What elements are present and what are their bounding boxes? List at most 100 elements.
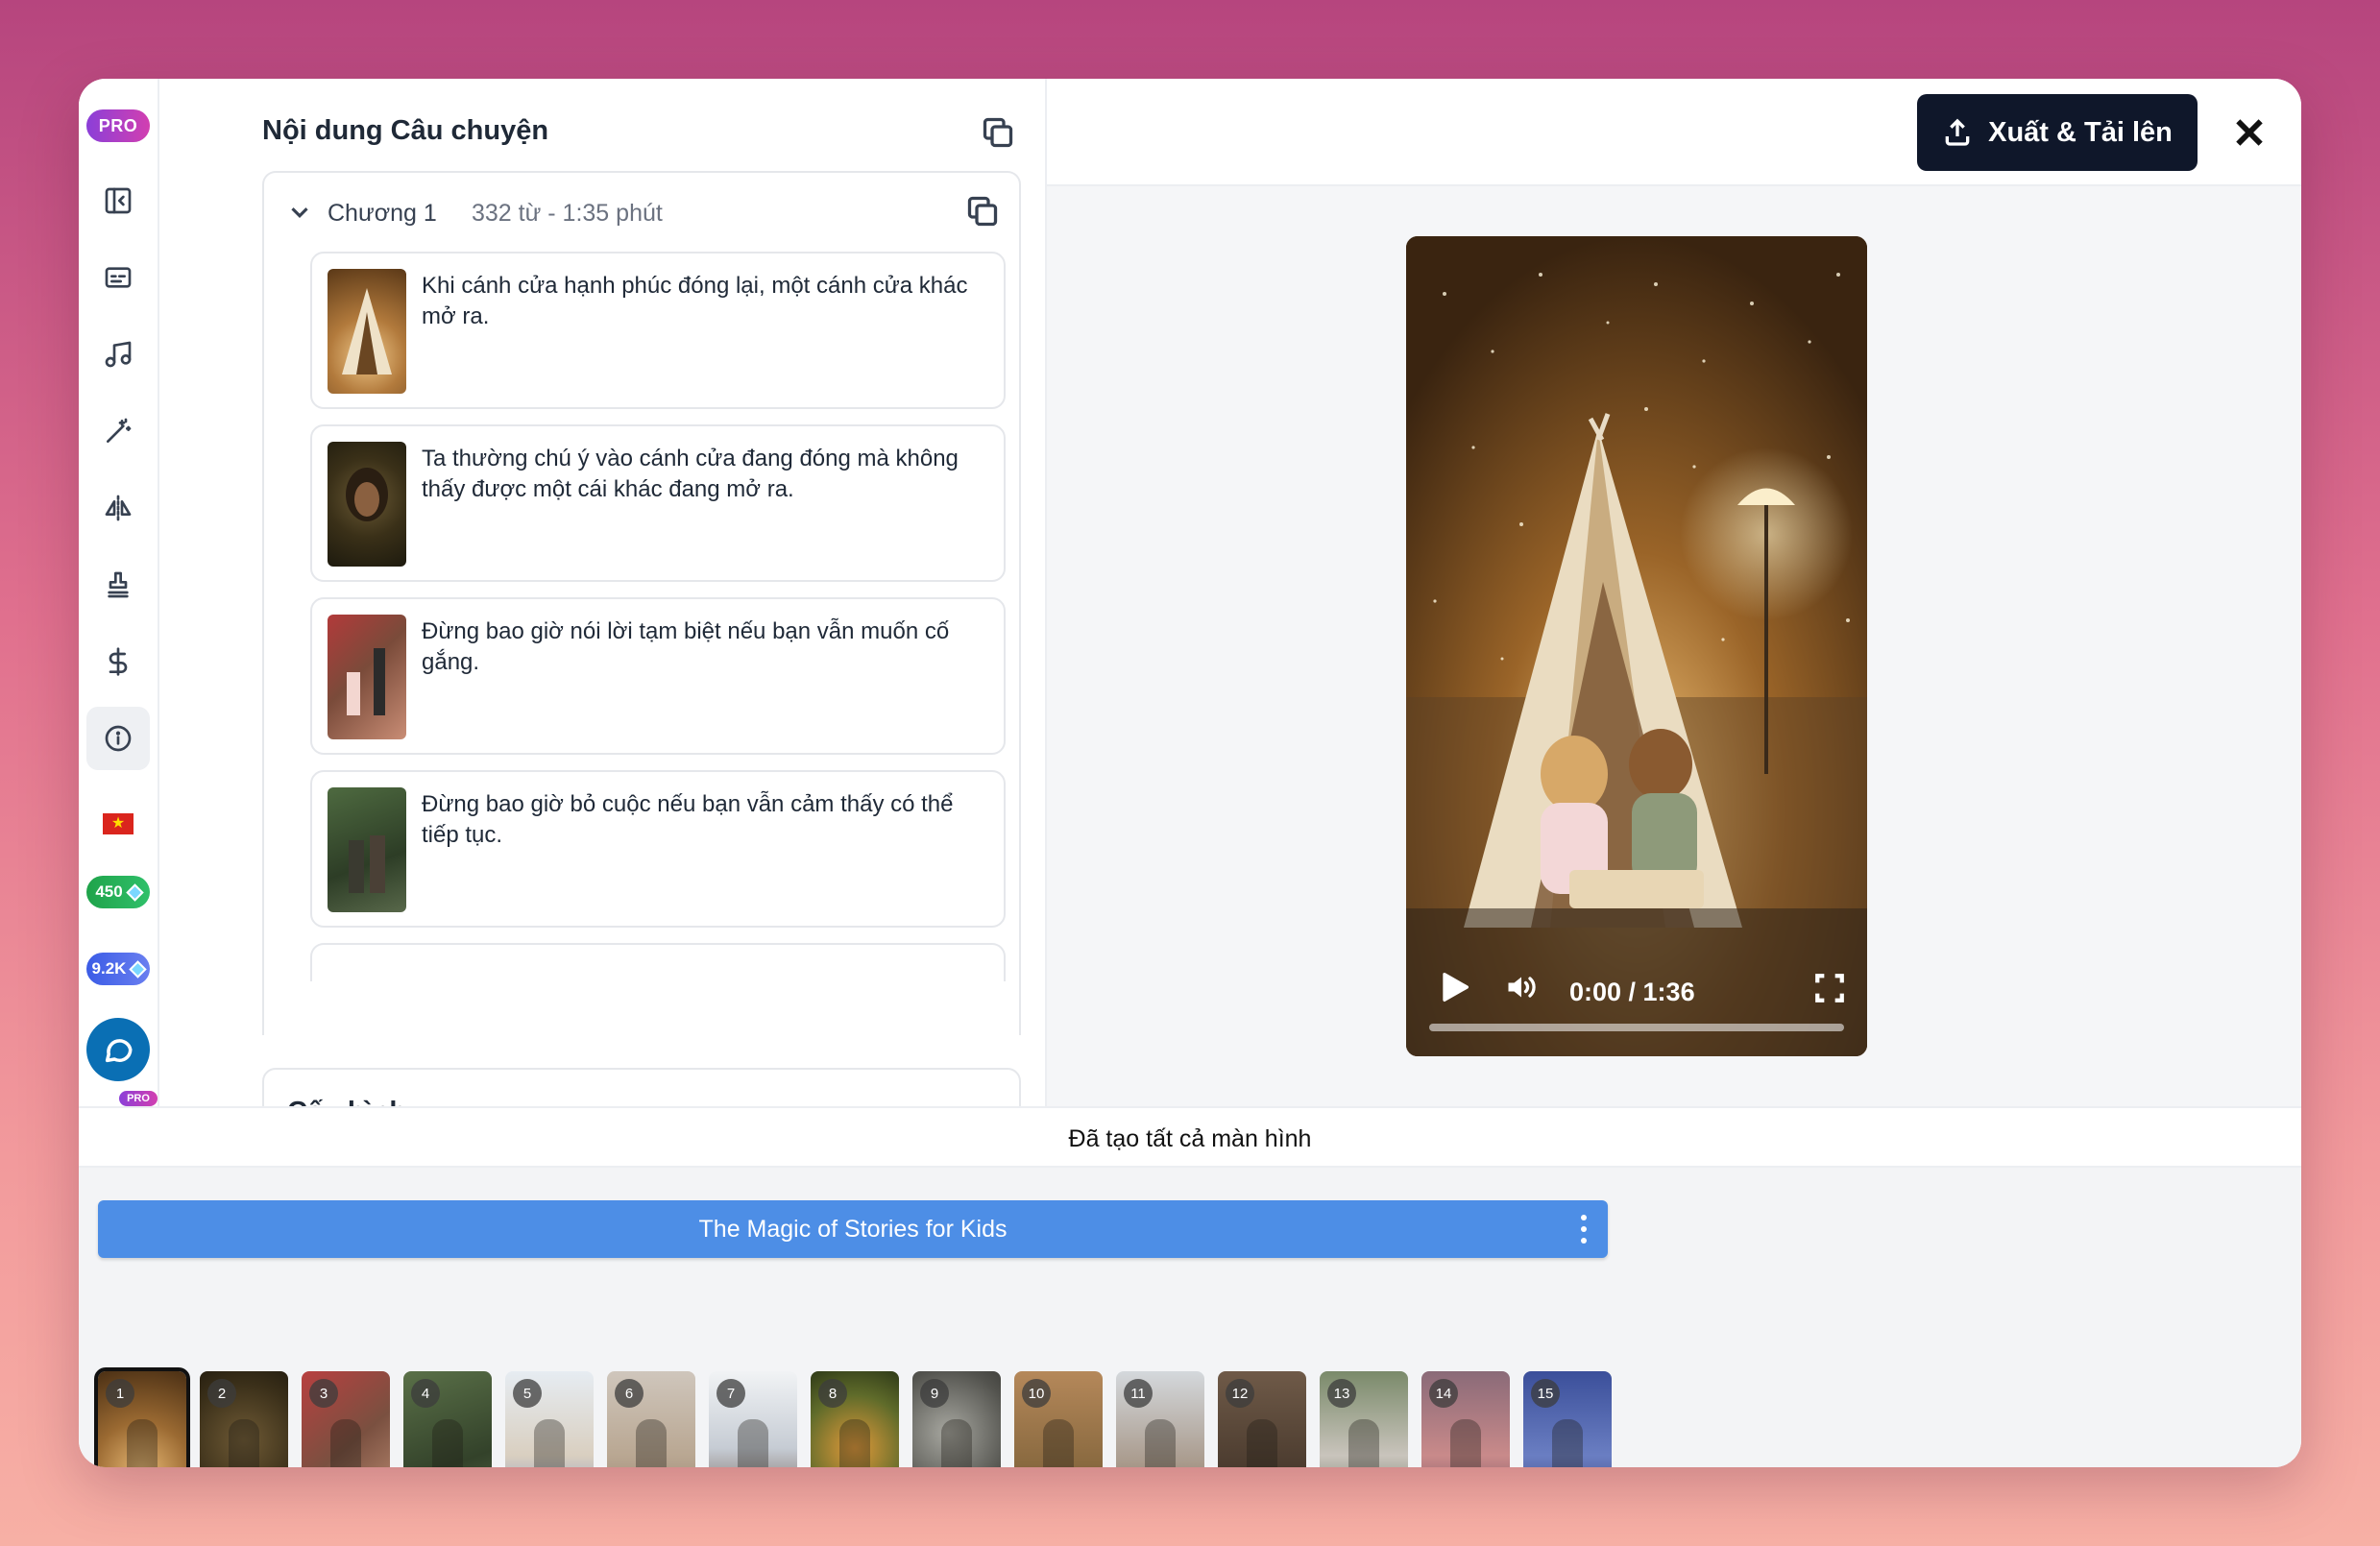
chevron-down-icon[interactable] [285,198,314,227]
pro-badge[interactable]: PRO [86,109,150,142]
frame-thumbnail [636,1419,667,1467]
dollar-icon[interactable] [86,630,150,693]
scene-text: Ta thường chú ý vào cánh cửa đang đóng m… [422,446,959,502]
scene-text: Đừng bao giờ nói lời tạm biệt nếu bạn vẫ… [422,618,950,675]
chapter-name: Chương 1 [328,200,437,227]
frame-thumbnail [941,1419,972,1467]
frame-thumbnail [839,1419,870,1467]
timeline-frame[interactable]: 15giây [94,1367,190,1467]
frame-thumbnail [1348,1419,1379,1467]
credit-badge-green[interactable]: 450 [86,876,150,908]
gem-icon [125,882,144,902]
frame-number: 15 [1531,1379,1560,1408]
frame-thumbnail [127,1419,158,1467]
video-frame [1406,236,1867,1056]
video-time: 0:00 / 1:36 [1569,978,1695,1006]
frame-thumbnail [738,1419,768,1467]
status-text: Đã tạo tất cả màn hình [1068,1125,1312,1152]
scene-thumbnail [328,269,406,394]
play-button[interactable] [1435,968,1473,1006]
status-strip: Đã tạo tất cả màn hình [79,1106,2301,1168]
frame-number: 3 [309,1379,338,1408]
app-window: PRO ★ 450 9.2K PRO Nội dung Câu chuyện C… [79,79,2301,1467]
chat-button[interactable] [86,1018,150,1081]
icon-rail: PRO ★ 450 9.2K PRO [79,79,159,1106]
scene-card[interactable]: Đừng bao giờ nói lời tạm biệt nếu bạn vẫ… [310,597,1006,755]
flip-icon[interactable] [86,476,150,540]
frame-number: 2 [207,1379,236,1408]
frame-thumbnail [1247,1419,1277,1467]
subtitles-icon[interactable] [86,246,150,309]
frame-number: 9 [920,1379,949,1408]
copy-icon[interactable] [965,194,1000,229]
export-upload-button[interactable]: Xuất & Tải lên [1917,94,2198,171]
chapter-card: Chương 1 332 từ - 1:35 phút Khi cánh cửa… [262,171,1021,1035]
scene-card[interactable]: Ta thường chú ý vào cánh cửa đang đóng m… [310,424,1006,582]
frame-number: 12 [1226,1379,1254,1408]
timeline-frame[interactable]: 139giây [1320,1371,1408,1467]
scene-card[interactable]: Khi cánh cửa hạnh phúc đóng lại, một cán… [310,252,1006,409]
timeline-frame[interactable]: 123giây [1218,1371,1306,1467]
scene-card[interactable] [310,943,1006,981]
stamp-icon[interactable] [86,553,150,616]
frame-number: 5 [513,1379,542,1408]
timeline-frame[interactable]: 56giây [505,1371,594,1467]
video-progress-bar[interactable] [1429,1024,1844,1031]
video-player[interactable]: 0:00 / 1:36 [1406,236,1867,1056]
timeline-frame[interactable]: 116giây [1116,1371,1204,1467]
music-icon[interactable] [86,323,150,386]
timeline-frame[interactable]: 69giây [607,1371,695,1467]
scene-text: Đừng bao giờ bỏ cuộc nếu bạn vẫn cảm thấ… [422,791,954,848]
frame-number: 13 [1327,1379,1356,1408]
frame-number: 4 [411,1379,440,1408]
timeline-frame[interactable]: 108giây [1014,1371,1103,1467]
info-icon[interactable] [86,707,150,770]
frame-number: 6 [615,1379,644,1408]
credit-amount: 450 [95,882,123,901]
magic-wand-icon[interactable] [86,399,150,463]
story-panel: Nội dung Câu chuyện Chương 1 332 từ - 1:… [159,79,1047,1156]
export-label: Xuất & Tải lên [1988,116,2173,148]
chapter-header[interactable]: Chương 1 332 từ - 1:35 phút [264,173,1019,252]
scene-card[interactable]: Đừng bao giờ bỏ cuộc nếu bạn vẫn cảm thấ… [310,770,1006,928]
scene-thumbnail [328,615,406,739]
frame-number: 1 [106,1379,134,1408]
fullscreen-icon[interactable] [1813,972,1846,1004]
scene-text: Khi cánh cửa hạnh phúc đóng lại, một cán… [422,273,968,329]
timeline-frame[interactable]: 25giây [200,1371,288,1467]
timeline-frame[interactable]: 34giây [302,1371,390,1467]
frame-strip: 15giây25giây34giây44giây56giây69giây711g… [79,1168,2301,1467]
frame-number: 8 [818,1379,847,1408]
chapter-meta: 332 từ - 1:35 phút [472,200,663,227]
frame-thumbnail [1450,1419,1481,1467]
chat-icon [105,1039,133,1063]
frame-thumbnail [1043,1419,1074,1467]
frame-number: 14 [1429,1379,1458,1408]
timeline-frame[interactable]: 711giây [709,1371,797,1467]
scene-thumbnail [328,442,406,567]
timeline-frame[interactable]: 44giây [403,1371,492,1467]
credit-badge-blue[interactable]: 9.2K [86,953,150,985]
timeline-frame[interactable]: 87giây [811,1371,899,1467]
frame-thumbnail [330,1419,361,1467]
frame-thumbnail [1145,1419,1176,1467]
timeline-frame[interactable]: 158giây [1523,1371,1612,1467]
frame-thumbnail [1552,1419,1583,1467]
mini-pro-badge: PRO [119,1091,158,1106]
timeline-frame[interactable]: 146giây [1421,1371,1510,1467]
frame-thumbnail [534,1419,565,1467]
timeline-frame[interactable]: 97giây [912,1371,1001,1467]
panel-title: Nội dung Câu chuyện [262,115,549,146]
frame-number: 10 [1022,1379,1051,1408]
frame-number: 11 [1124,1379,1153,1408]
frame-thumbnail [229,1419,259,1467]
scene-thumbnail [328,787,406,912]
frame-number: 7 [716,1379,745,1408]
frame-thumbnail [432,1419,463,1467]
volume-icon[interactable] [1502,970,1541,1004]
vietnam-flag-icon[interactable]: ★ [103,813,134,834]
copy-icon[interactable] [981,115,1015,150]
gem-icon [129,959,148,978]
sidebar-collapse-icon[interactable] [86,169,150,232]
close-icon[interactable] [2230,113,2269,152]
